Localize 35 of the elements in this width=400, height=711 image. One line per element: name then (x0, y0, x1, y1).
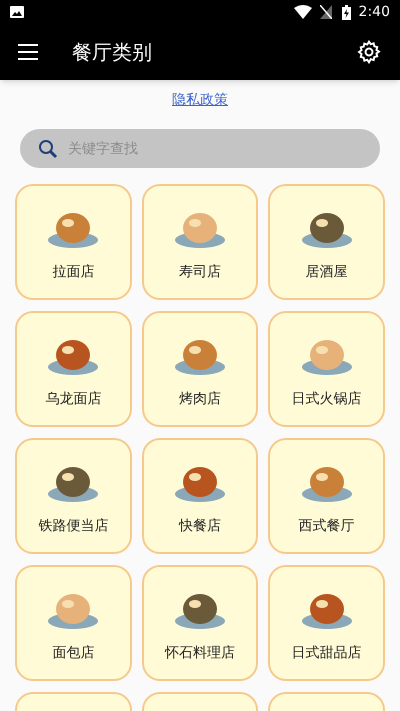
category-tile[interactable]: 寿司店 (142, 184, 258, 300)
category-tile[interactable]: 拉面店 (15, 184, 132, 300)
search-icon (38, 139, 58, 159)
category-tile[interactable]: 面包店 (15, 565, 132, 681)
category-label: 快餐店 (178, 517, 221, 536)
category-tile[interactable]: 日式甜品店 (268, 565, 385, 681)
category-label: 铁路便当店 (38, 517, 108, 536)
no-sim-icon (320, 5, 332, 19)
category-label: 日式火锅店 (292, 390, 362, 409)
category-label: 烤肉店 (178, 390, 221, 409)
menu-icon[interactable] (18, 44, 38, 60)
image-icon (10, 6, 24, 18)
category-label: 面包店 (52, 644, 94, 663)
category-label: 怀石料理店 (164, 644, 235, 663)
category-label: 拉面店 (52, 263, 94, 282)
battery-icon (342, 4, 351, 20)
category-label: 居酒屋 (306, 263, 348, 282)
category-label: 寿司店 (178, 263, 221, 282)
settings-icon[interactable] (356, 39, 382, 65)
status-time: 2:40 (358, 2, 390, 22)
category-tile[interactable]: 快餐店 (142, 438, 258, 554)
category-label: 乌龙面店 (45, 390, 102, 409)
category-label: 西式餐厅 (298, 517, 355, 536)
search-field[interactable]: 关键字查找 (20, 129, 380, 168)
category-tile[interactable]: 日式火锅店 (268, 311, 385, 427)
category-tile[interactable]: 居酒屋 (268, 184, 385, 300)
category-tile[interactable]: 乌龙面店 (15, 311, 132, 427)
privacy-policy-link[interactable]: 隐私政策 (172, 90, 228, 111)
category-tile[interactable]: 西式餐厅 (268, 438, 385, 554)
category-tile[interactable]: 铁路便当店 (15, 438, 132, 554)
category-tile[interactable]: 怀石料理店 (142, 565, 258, 681)
wifi-icon (294, 5, 312, 19)
category-tile[interactable]: 烤肉店 (142, 311, 258, 427)
category-label: 日式甜品店 (292, 644, 362, 663)
app-title: 餐厅类别 (72, 39, 153, 66)
